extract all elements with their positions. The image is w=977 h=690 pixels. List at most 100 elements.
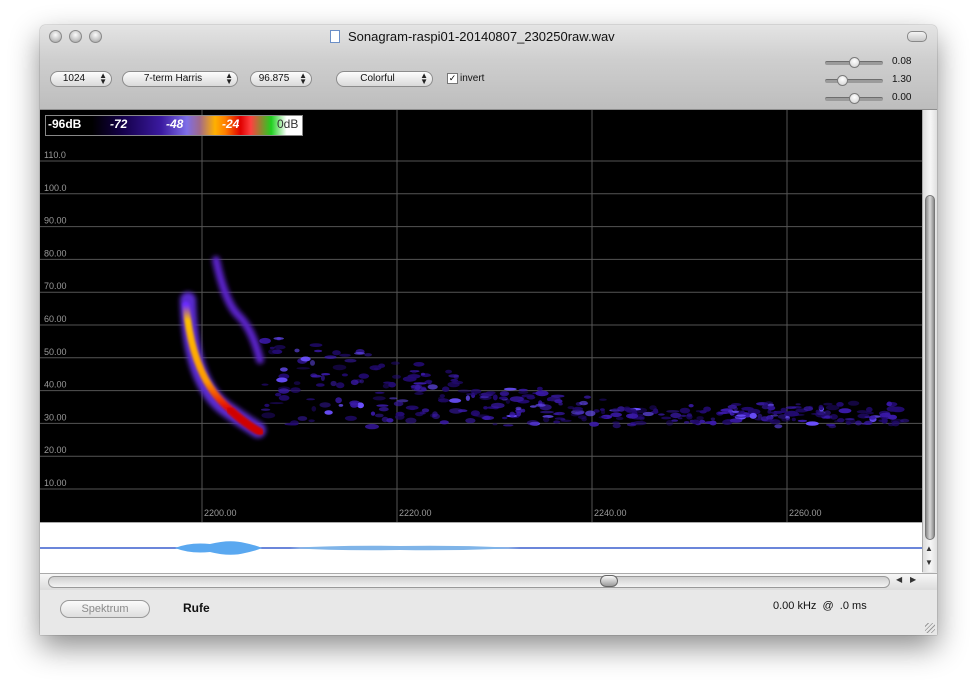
noise-blob bbox=[344, 415, 357, 421]
noise-blob bbox=[769, 419, 781, 425]
noise-blob bbox=[350, 379, 359, 386]
noise-blob bbox=[492, 423, 498, 426]
slider-1-knob[interactable] bbox=[849, 57, 860, 68]
noise-blob bbox=[666, 410, 680, 413]
noise-blob bbox=[280, 367, 288, 372]
noise-blob bbox=[310, 360, 315, 366]
noise-blob bbox=[479, 395, 492, 401]
scroll-left-icon[interactable]: ◀ bbox=[896, 575, 902, 584]
y-tick-label: 80.00 bbox=[44, 248, 67, 258]
noise-blob bbox=[498, 396, 508, 400]
noise-blob bbox=[717, 411, 729, 415]
noise-blob bbox=[828, 424, 837, 429]
noise-blob bbox=[309, 343, 323, 347]
slider-2-knob[interactable] bbox=[837, 75, 849, 86]
x-tick-label: 2200.00 bbox=[204, 508, 237, 518]
resize-grip-icon[interactable] bbox=[925, 623, 935, 633]
noise-blob bbox=[378, 407, 389, 412]
noise-blob bbox=[552, 412, 560, 416]
noise-blob bbox=[626, 423, 637, 427]
noise-blob bbox=[332, 350, 341, 356]
noise-blob bbox=[585, 410, 596, 417]
noise-blob bbox=[558, 402, 563, 406]
noise-blob bbox=[413, 362, 425, 367]
noise-blob bbox=[797, 419, 808, 423]
slider-1-value: 0.08 bbox=[892, 56, 912, 67]
noise-blob bbox=[378, 363, 386, 368]
noise-blob bbox=[749, 412, 757, 419]
minimize-button[interactable] bbox=[69, 30, 82, 43]
close-button[interactable] bbox=[49, 30, 62, 43]
legend-label-24: -24 bbox=[222, 117, 240, 131]
vertical-scroll-thumb[interactable] bbox=[925, 195, 935, 540]
noise-blob bbox=[376, 404, 389, 407]
cursor-status: 0.00 kHz @ .0 ms bbox=[773, 600, 867, 612]
noise-blob bbox=[658, 413, 665, 416]
noise-blob bbox=[509, 411, 515, 418]
noise-blob bbox=[731, 410, 740, 413]
noise-blob bbox=[332, 364, 347, 371]
noise-blob bbox=[803, 406, 814, 412]
horizontal-scroll-track[interactable] bbox=[48, 576, 890, 588]
noise-blob bbox=[442, 386, 450, 393]
zoom-button[interactable] bbox=[89, 30, 102, 43]
noise-blob bbox=[653, 408, 659, 414]
y-tick-label: 30.00 bbox=[44, 412, 67, 422]
noise-blob bbox=[374, 391, 385, 394]
toolbar-toggle-button[interactable] bbox=[907, 31, 927, 42]
stepper-icon: ▲ ▼ bbox=[99, 71, 107, 86]
noise-blob bbox=[319, 402, 331, 408]
noise-blob bbox=[449, 398, 462, 403]
noise-blob bbox=[774, 424, 783, 429]
noise-blob bbox=[264, 403, 270, 407]
noise-blob bbox=[642, 411, 654, 417]
noise-blob bbox=[736, 414, 746, 417]
noise-blob bbox=[550, 394, 565, 398]
noise-blob bbox=[578, 415, 587, 419]
window-function-select[interactable]: 7-term Harris ▲ ▼ bbox=[122, 71, 238, 87]
noise-blob bbox=[269, 346, 275, 350]
horizontal-scrollbar[interactable]: ◀ ▶ bbox=[40, 573, 937, 591]
noise-blob bbox=[365, 423, 379, 430]
noise-blob bbox=[392, 374, 401, 379]
slider-3[interactable] bbox=[825, 93, 883, 104]
noise-blob bbox=[350, 402, 359, 408]
noise-blob bbox=[767, 405, 776, 411]
noise-blob bbox=[425, 379, 433, 384]
noise-blob bbox=[626, 413, 639, 419]
vertical-scrollbar[interactable]: ▲ ▼ bbox=[922, 110, 937, 572]
noise-blob bbox=[259, 337, 271, 344]
noise-blob bbox=[293, 381, 301, 385]
noise-blob bbox=[284, 422, 299, 426]
spektrum-button[interactable]: Spektrum bbox=[60, 600, 150, 618]
scroll-right-icon[interactable]: ▶ bbox=[910, 575, 916, 584]
noise-blob bbox=[427, 384, 438, 390]
overlap-select[interactable]: 96.875 ▲ ▼ bbox=[250, 71, 312, 87]
colormap-select[interactable]: Colorful ▲ ▼ bbox=[336, 71, 433, 87]
waveform-view[interactable] bbox=[40, 522, 922, 573]
fft-size-select[interactable]: 1024 ▲ ▼ bbox=[50, 71, 112, 87]
noise-blob bbox=[526, 395, 536, 400]
noise-blob bbox=[881, 417, 888, 424]
noise-blob bbox=[599, 398, 607, 401]
noise-blob bbox=[829, 414, 838, 420]
slider-3-knob[interactable] bbox=[849, 93, 860, 104]
horizontal-scroll-thumb[interactable] bbox=[600, 575, 618, 587]
scroll-up-icon[interactable]: ▲ bbox=[925, 544, 933, 553]
noise-blob bbox=[615, 416, 624, 421]
noise-blob bbox=[502, 424, 514, 427]
slider-2[interactable] bbox=[825, 75, 883, 86]
invert-checkbox[interactable]: ✓ bbox=[447, 73, 458, 84]
noise-blob bbox=[888, 422, 895, 427]
noise-blob bbox=[864, 420, 873, 425]
sonagram-view[interactable]: 110.0 100.0 90.00 80.00 70.00 60.00 50.00 40.00… bbox=[40, 110, 922, 522]
noise-blob bbox=[518, 388, 528, 392]
noise-blob bbox=[546, 397, 552, 402]
noise-blob bbox=[354, 352, 365, 355]
noise-blob bbox=[838, 408, 852, 414]
noise-blob bbox=[314, 349, 323, 353]
slider-1[interactable] bbox=[825, 57, 883, 68]
scroll-down-icon[interactable]: ▼ bbox=[925, 558, 933, 567]
noise-blob bbox=[696, 416, 704, 421]
noise-blob bbox=[845, 421, 852, 426]
